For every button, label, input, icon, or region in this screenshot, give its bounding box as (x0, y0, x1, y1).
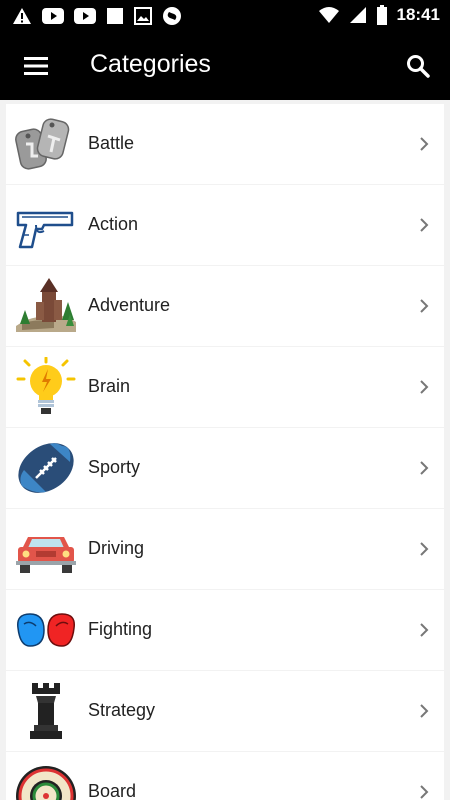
dog-tags-icon (15, 118, 70, 170)
app-toolbar: Categories (0, 32, 450, 100)
category-row-fighting[interactable]: Fighting (6, 590, 444, 670)
youtube-icon (42, 8, 64, 24)
category-row-sporty[interactable]: Sporty (6, 428, 444, 508)
category-row-driving[interactable]: Driving (6, 509, 444, 589)
chevron-right-icon (420, 785, 429, 799)
chevron-right-icon (420, 299, 429, 313)
category-row-action[interactable]: Action (6, 185, 444, 265)
search-icon (407, 55, 430, 78)
battery-icon (376, 5, 387, 25)
category-label: Adventure (88, 295, 171, 315)
category-label: Action (88, 214, 139, 234)
category-label: Board (88, 781, 137, 800)
system-icons: 18:41 (318, 5, 440, 25)
image-icon (134, 7, 152, 25)
car-icon (16, 537, 76, 573)
alert-icon (13, 8, 31, 24)
lightbulb-icon (16, 357, 76, 414)
category-label: Sporty (88, 457, 141, 477)
category-label: Fighting (88, 619, 153, 639)
category-list[interactable]: Battle Action Adventure Brain Sporty Dri… (0, 100, 450, 800)
chevron-right-icon (420, 623, 429, 637)
chess-rook-icon (30, 683, 62, 739)
chevron-right-icon (420, 380, 429, 394)
category-row-battle[interactable]: Battle (6, 104, 444, 184)
category-label: Battle (88, 133, 135, 153)
dartboard-icon (16, 766, 76, 800)
square-icon (107, 8, 123, 24)
category-row-strategy[interactable]: Strategy (6, 671, 444, 751)
football-icon (18, 443, 74, 493)
status-bar: 18:41 (0, 0, 450, 32)
chevron-right-icon (420, 137, 429, 151)
wifi-icon (318, 7, 339, 23)
category-label: Strategy (88, 700, 156, 720)
shazam-icon (163, 7, 181, 25)
search-button[interactable] (398, 46, 438, 86)
castle-landscape-icon (16, 278, 76, 332)
boxing-gloves-icon (17, 613, 75, 647)
page-title: Categories (90, 50, 211, 78)
category-row-brain[interactable]: Brain (6, 347, 444, 427)
chevron-right-icon (420, 218, 429, 232)
chevron-right-icon (420, 542, 429, 556)
category-row-board[interactable]: Board (6, 752, 444, 800)
chevron-right-icon (420, 704, 429, 718)
pistol-icon (16, 211, 74, 249)
clock: 18:41 (396, 5, 440, 24)
youtube-icon (74, 8, 96, 24)
menu-button[interactable] (16, 46, 56, 86)
category-label: Driving (88, 538, 145, 558)
notification-icons (12, 6, 182, 26)
signal-icon (349, 7, 366, 23)
category-label: Brain (88, 376, 131, 396)
hamburger-menu-icon (24, 57, 48, 75)
category-row-adventure[interactable]: Adventure (6, 266, 444, 346)
chevron-right-icon (420, 461, 429, 475)
